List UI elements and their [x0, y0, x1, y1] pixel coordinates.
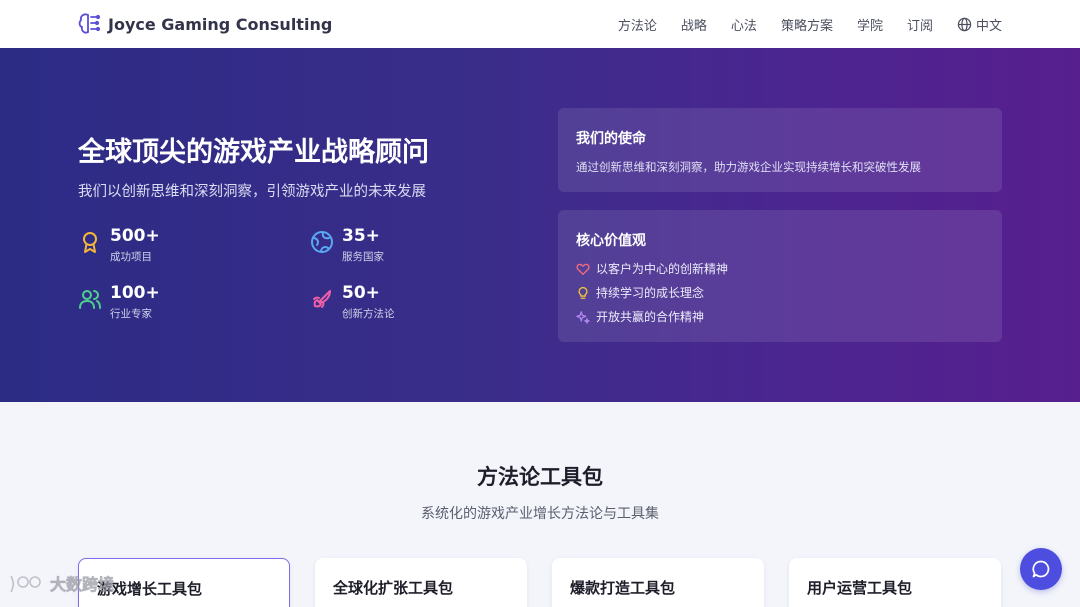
- stat-label: 创新方法论: [342, 308, 395, 320]
- stat-projects: 500+ 成功项目: [78, 226, 160, 264]
- values-title: 核心价值观: [576, 233, 646, 249]
- globe-icon: [311, 231, 333, 253]
- stat-label: 行业专家: [110, 308, 152, 320]
- nav-mindset[interactable]: 心法: [731, 15, 757, 34]
- toolkit-card-title: 用户运营工具包: [807, 579, 913, 597]
- hero-section: 全球顶尖的游戏产业战略顾问 我们以创新思维和深刻洞察，引领游戏产业的未来发展 5…: [0, 48, 1080, 402]
- main-nav: 方法论 战略 心法 策略方案 学院 订阅 中文: [594, 15, 1002, 34]
- nav-strategy[interactable]: 战略: [681, 15, 707, 34]
- top-header: Joyce Gaming Consulting 方法论 战略 心法 策略方案 学…: [0, 0, 1080, 48]
- sparkles-icon: [576, 310, 590, 324]
- rocket-icon: [313, 290, 331, 308]
- value-text: 以客户为中心的创新精神: [596, 262, 729, 276]
- mission-title: 我们的使命: [576, 131, 646, 147]
- hero-subtitle: 我们以创新思维和深刻洞察，引领游戏产业的未来发展: [78, 184, 426, 200]
- value-item: 开放共赢的合作精神: [576, 308, 704, 325]
- toolkit-title: 方法论工具包: [477, 465, 603, 489]
- stat-label: 成功项目: [110, 251, 152, 263]
- stat-value: 50+: [342, 283, 380, 303]
- watermark: 大数跨境: [8, 571, 114, 595]
- mission-card: 我们的使命 通过创新思维和深刻洞察，助力游戏企业实现持续增长和突破性发展: [558, 108, 1002, 192]
- watermark-text: 大数跨境: [50, 575, 115, 595]
- toolkit-card-user-ops[interactable]: 用户运营工具包: [789, 558, 1001, 607]
- stat-methodologies: 50+ 创新方法论: [310, 283, 395, 321]
- brain-logo-icon: [78, 13, 100, 34]
- award-icon: [83, 232, 97, 253]
- value-item: 以客户为中心的创新精神: [576, 260, 728, 277]
- core-values-card: 核心价值观 以客户为中心的创新精神 持续学习的成长理念 开放共赢的合作精神: [558, 210, 1002, 342]
- nav-methodology[interactable]: 方法论: [618, 15, 657, 34]
- stat-countries: 35+ 服务国家: [310, 226, 384, 264]
- nav-subscribe[interactable]: 订阅: [907, 15, 933, 34]
- users-icon: [79, 290, 101, 309]
- chat-button[interactable]: [1020, 548, 1062, 590]
- stat-value: 100+: [110, 283, 160, 303]
- mission-text: 通过创新思维和深刻洞察，助力游戏企业实现持续增长和突破性发展: [576, 160, 921, 174]
- stat-experts: 100+ 行业专家: [78, 283, 160, 321]
- brand-logo[interactable]: Joyce Gaming Consulting: [78, 12, 332, 36]
- toolkit-subtitle: 系统化的游戏产业增长方法论与工具集: [421, 506, 659, 522]
- toolkit-card-title: 爆款打造工具包: [570, 579, 676, 597]
- toolkit-card-hit-game[interactable]: 爆款打造工具包: [552, 558, 764, 607]
- chat-bubble-icon: [1032, 560, 1050, 578]
- stat-label: 服务国家: [342, 251, 384, 263]
- language-label: 中文: [975, 19, 1002, 34]
- stat-value: 35+: [342, 226, 380, 246]
- brand-name: Joyce Gaming Consulting: [108, 14, 333, 34]
- value-item: 持续学习的成长理念: [576, 284, 704, 301]
- nav-strategy-plans[interactable]: 策略方案: [781, 15, 833, 34]
- stat-value: 500+: [110, 226, 160, 246]
- globe-icon: [957, 17, 972, 32]
- nav-academy[interactable]: 学院: [857, 15, 883, 34]
- hero-title: 全球顶尖的游戏产业战略顾问: [78, 137, 429, 168]
- heart-icon: [576, 263, 590, 275]
- language-switcher[interactable]: 中文: [957, 15, 1002, 34]
- value-text: 开放共赢的合作精神: [596, 310, 705, 324]
- toolkit-card-globalization[interactable]: 全球化扩张工具包: [315, 558, 527, 607]
- watermark-logo-icon: [10, 575, 41, 593]
- lightbulb-icon: [578, 286, 588, 299]
- toolkit-card-title: 全球化扩张工具包: [333, 579, 454, 597]
- value-text: 持续学习的成长理念: [596, 286, 705, 300]
